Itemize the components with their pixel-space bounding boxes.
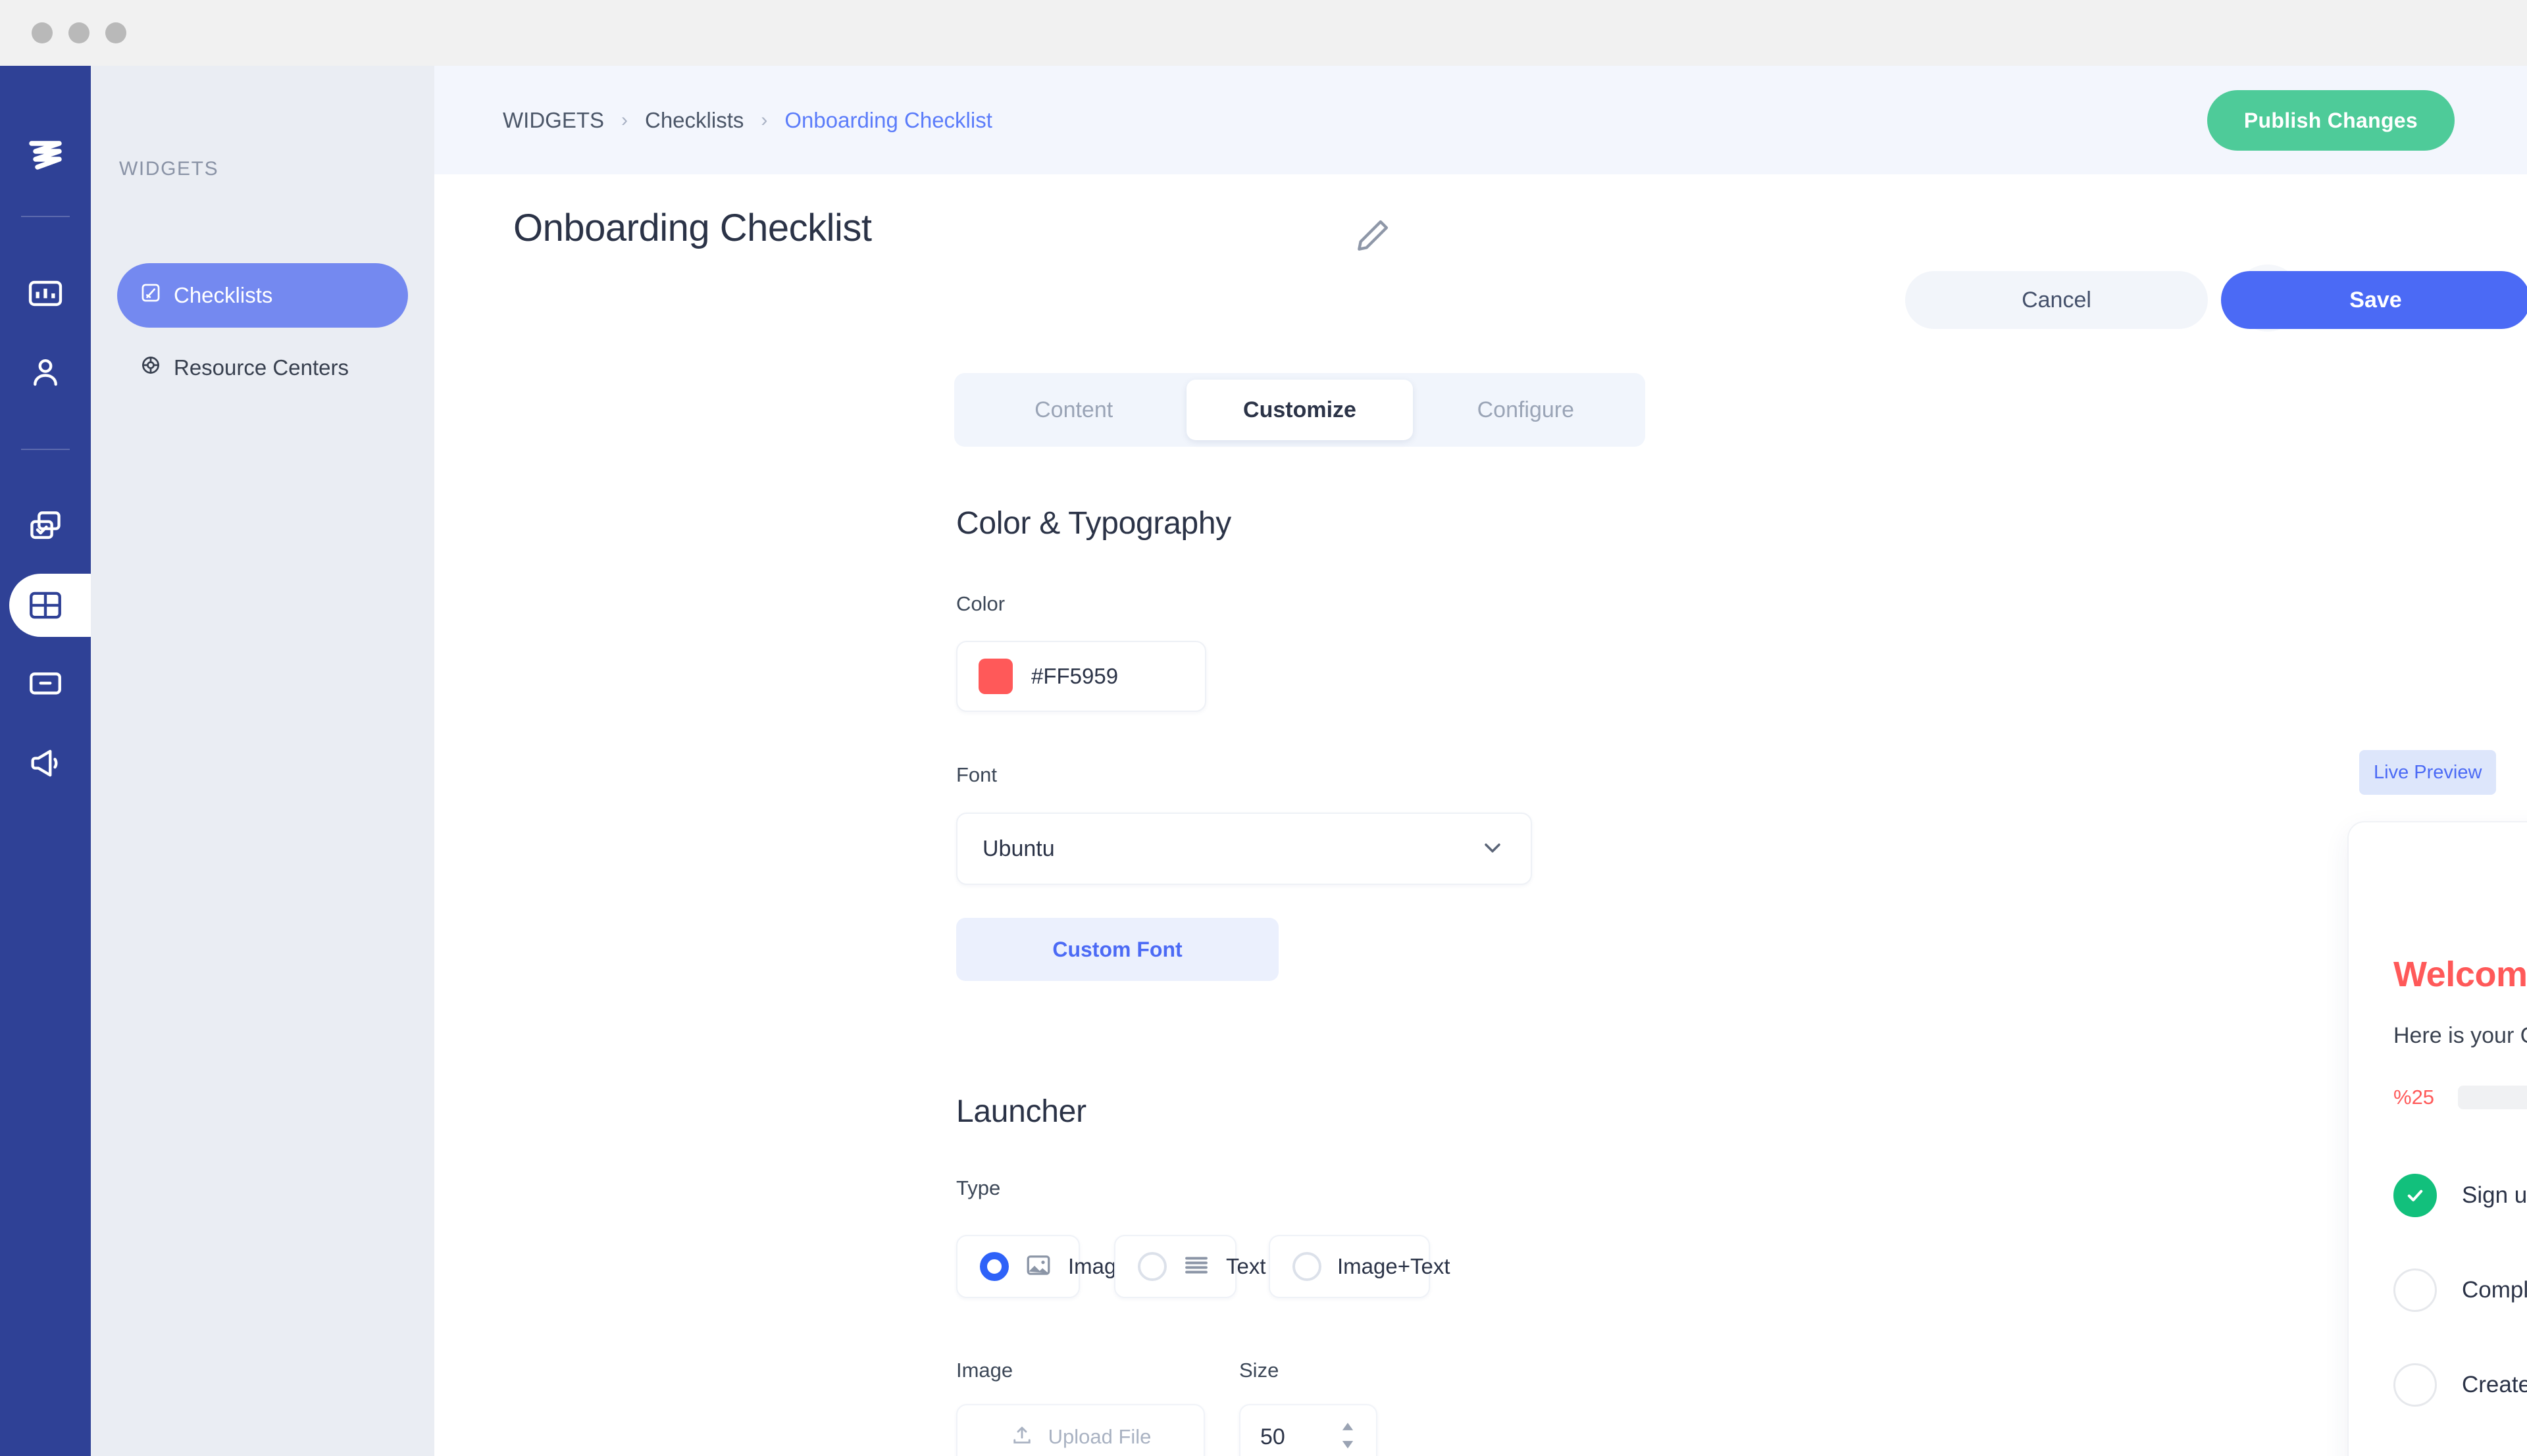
font-label: Font (956, 763, 998, 786)
breadcrumb-item-widgets[interactable]: WIDGETS (503, 108, 604, 133)
window-close-dot[interactable] (32, 22, 53, 43)
section-heading-launcher: Launcher (956, 1094, 1086, 1129)
sidebar-item-label: Checklists (174, 283, 273, 307)
checkbox-unchecked[interactable] (2393, 1268, 2437, 1312)
list-item[interactable]: Complete Installation (2393, 1243, 2527, 1338)
size-label: Size (1239, 1359, 1279, 1382)
section-heading-color-typography: Color & Typography (956, 506, 1231, 541)
tab-content[interactable]: Content (961, 380, 1187, 440)
radio-image-text[interactable] (1292, 1252, 1321, 1281)
image-label: Image (956, 1359, 1013, 1382)
preview-progress-track (2458, 1086, 2527, 1109)
live-preview-card: Welcome on board! Here is your Onboardin… (2347, 821, 2527, 1456)
color-label: Color (956, 592, 1006, 615)
color-hex-value: #FF5959 (1031, 664, 1119, 688)
rail-item-guides[interactable] (0, 487, 91, 566)
rail-divider-2 (21, 449, 70, 450)
type-option-image[interactable]: Image (956, 1235, 1129, 1298)
upload-icon (1010, 1424, 1034, 1451)
preview-progress-label: %25 (2393, 1086, 2435, 1109)
live-preview-badge: Live Preview (2359, 750, 2497, 795)
text-lines-icon (1183, 1251, 1210, 1282)
rail-item-users[interactable] (0, 333, 91, 412)
breadcrumb-item-checklists[interactable]: Checklists (645, 108, 744, 133)
type-option-label: Image+Text (1337, 1254, 1450, 1278)
radio-text[interactable] (1138, 1252, 1167, 1281)
sidebar-item-label: Resource Centers (174, 355, 349, 380)
app-window: WIDGETS Checklists Resource Centers WIDG… (0, 0, 2527, 1456)
rail-item-announcements[interactable] (0, 724, 91, 803)
stepper-arrows-icon[interactable] (1339, 1418, 1356, 1456)
breadcrumb-item-current[interactable]: Onboarding Checklist (784, 108, 992, 133)
page-title: Onboarding Checklist (513, 207, 872, 249)
image-icon (1025, 1251, 1052, 1282)
color-picker-field[interactable]: #FF5959 (956, 641, 1206, 712)
breadcrumb-separator-icon-2: › (761, 109, 768, 131)
tab-configure[interactable]: Configure (1413, 380, 1639, 440)
custom-font-button[interactable]: Custom Font (956, 918, 1279, 981)
save-button[interactable]: Save (2221, 271, 2527, 329)
size-stepper[interactable]: 50 (1239, 1404, 1377, 1456)
window-minimize-dot[interactable] (68, 22, 89, 43)
type-option-label: Text (1226, 1254, 1266, 1278)
list-item[interactable]: Create your first guide (2393, 1338, 2527, 1432)
resource-center-icon (140, 354, 162, 382)
widgets-subnav: WIDGETS Checklists Resource Centers (91, 66, 434, 1456)
font-select-value: Ubuntu (983, 836, 1055, 861)
preview-title: Welcome on board! (2393, 955, 2527, 994)
main-content: WIDGETS › Checklists › Onboarding Checkl… (434, 66, 2527, 1456)
type-label: Type (956, 1176, 1001, 1199)
breadcrumb-separator-icon: › (621, 109, 628, 131)
type-option-image-text[interactable]: Image+Text (1269, 1235, 1450, 1298)
page-title-row: Onboarding Checklist (434, 174, 2527, 296)
breadcrumb: WIDGETS › Checklists › Onboarding Checkl… (503, 108, 992, 133)
list-item-label: Create your first guide (2462, 1372, 2527, 1397)
list-item[interactable]: Sign up to UserGuiding (2393, 1148, 2527, 1243)
subnav-title: WIDGETS (119, 158, 219, 180)
pencil-icon[interactable] (1352, 215, 1393, 256)
window-titlebar (0, 0, 2527, 66)
window-maximize-dot[interactable] (105, 22, 126, 43)
icon-rail (0, 66, 121, 1456)
list-item[interactable]: Go live! (2393, 1432, 2527, 1456)
preview-checklist: Sign up to UserGuiding Complete Installa… (2393, 1148, 2527, 1456)
sidebar-item-checklists[interactable]: Checklists (117, 263, 408, 328)
cancel-button[interactable]: Cancel (1905, 271, 2208, 329)
upload-file-label: Upload File (1048, 1425, 1152, 1448)
rail-item-messages[interactable] (0, 645, 91, 724)
size-value: 50 (1260, 1424, 1285, 1449)
list-item-label: Sign up to UserGuiding (2462, 1182, 2527, 1208)
radio-image[interactable] (980, 1252, 1009, 1281)
rail-divider (21, 216, 70, 217)
rail-item-widgets[interactable] (0, 566, 121, 645)
tab-bar: Content Customize Configure (954, 373, 1645, 447)
subnav-list: Checklists Resource Centers (91, 263, 434, 408)
list-item-label: Complete Installation (2462, 1277, 2527, 1303)
preview-progress: %25 (2393, 1086, 2527, 1109)
breadcrumb-bar: WIDGETS › Checklists › Onboarding Checkl… (434, 66, 2527, 174)
checklist-icon (140, 282, 162, 309)
chevron-down-icon (1479, 834, 1506, 864)
preview-subtitle: Here is your Onboarding Checklist (2393, 1023, 2527, 1048)
tab-customize[interactable]: Customize (1187, 380, 1413, 440)
checkbox-unchecked[interactable] (2393, 1363, 2437, 1407)
checkbox-checked[interactable] (2393, 1174, 2437, 1217)
type-option-text[interactable]: Text (1114, 1235, 1266, 1298)
sidebar-item-resource-centers[interactable]: Resource Centers (117, 336, 408, 400)
upload-file-button[interactable]: Upload File (956, 1404, 1205, 1456)
publish-changes-button[interactable]: Publish Changes (2207, 90, 2455, 151)
font-select[interactable]: Ubuntu (956, 813, 1532, 885)
rail-item-analytics[interactable] (0, 254, 91, 333)
color-swatch (979, 659, 1013, 694)
userguiding-logo-icon[interactable] (22, 132, 69, 179)
